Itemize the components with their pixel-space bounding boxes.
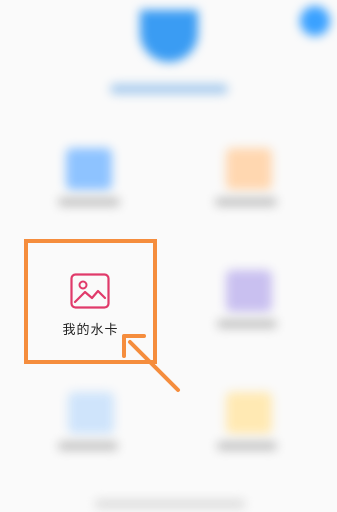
tile-4-label [217, 320, 277, 328]
image-icon [70, 273, 110, 309]
tile-6-label [217, 442, 277, 450]
tile-5-label [58, 442, 118, 450]
app-logo-icon [140, 10, 198, 62]
wallet-icon[interactable] [226, 392, 272, 434]
card-icon[interactable] [226, 270, 272, 312]
pointer-arrow-icon [122, 334, 180, 392]
droplet-icon[interactable] [68, 392, 114, 434]
bottom-hint [95, 500, 245, 508]
document-icon[interactable] [66, 148, 112, 190]
gift-icon[interactable] [226, 148, 272, 190]
tile-2-label [215, 198, 277, 206]
profile-dot-icon[interactable] [300, 6, 330, 36]
brand-name [110, 84, 228, 94]
tile-1-label [58, 198, 120, 206]
